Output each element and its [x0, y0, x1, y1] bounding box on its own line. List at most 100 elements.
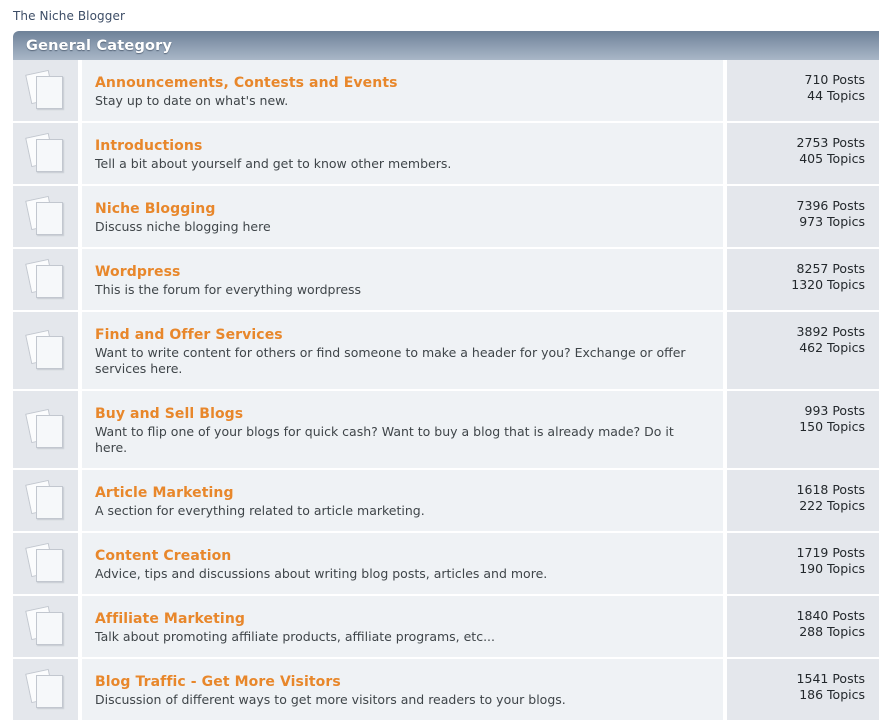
forum-stats-cell: 2753 Posts 405 Topics — [727, 123, 879, 184]
forum-stats-cell: 7396 Posts 973 Topics — [727, 186, 879, 247]
forum-title-link[interactable]: Find and Offer Services — [95, 327, 283, 344]
forum-title-link[interactable]: Introductions — [95, 138, 202, 155]
forum-description: Talk about promoting affiliate products,… — [95, 629, 495, 644]
folder-page-front — [35, 611, 63, 645]
forum-description: Want to flip one of your blogs for quick… — [95, 424, 674, 455]
forum-icon-cell — [13, 391, 78, 468]
forum-row-9[interactable]: Blog Traffic - Get More Visitors Discuss… — [13, 659, 879, 720]
forum-icon-cell — [13, 186, 78, 247]
forum-description: Tell a bit about yourself and get to kno… — [95, 156, 452, 171]
folder-page-front — [35, 335, 63, 369]
forum-info-cell: Find and Offer Services Want to write co… — [82, 312, 723, 389]
forum-post-count: 1840 Posts — [796, 608, 865, 623]
forum-title-link[interactable]: Niche Blogging — [95, 201, 215, 218]
forum-icon-cell — [13, 596, 78, 657]
folder-page-front — [35, 201, 63, 235]
forum-icon-cell — [13, 533, 78, 594]
forum-description: This is the forum for everything wordpre… — [95, 282, 362, 297]
forum-row-7[interactable]: Content Creation Advice, tips and discus… — [13, 533, 879, 594]
forum-title-link[interactable]: Article Marketing — [95, 485, 234, 502]
forum-icon-cell — [13, 659, 78, 720]
forum-row-3[interactable]: Wordpress This is the forum for everythi… — [13, 249, 879, 310]
forum-info-cell: Introductions Tell a bit about yourself … — [82, 123, 723, 184]
folder-page-front — [35, 414, 63, 448]
folder-page-front — [35, 485, 63, 519]
forum-description: Discussion of different ways to get more… — [95, 692, 566, 707]
folder-pages-icon — [24, 195, 64, 237]
forum-icon-cell — [13, 312, 78, 389]
folder-page-front — [35, 548, 63, 582]
forum-stats-cell: 8257 Posts 1320 Topics — [727, 249, 879, 310]
folder-pages-icon — [24, 479, 64, 521]
forum-row-0[interactable]: Announcements, Contests and Events Stay … — [13, 60, 879, 121]
forum-description: Want to write content for others or find… — [95, 345, 686, 376]
forum-post-count: 1719 Posts — [796, 545, 865, 560]
forum-description: Stay up to date on what's new. — [95, 93, 289, 108]
breadcrumb-item-home[interactable]: The Niche Blogger — [13, 9, 125, 23]
breadcrumb: The Niche Blogger — [0, 0, 879, 23]
forum-topic-count: 190 Topics — [799, 561, 865, 576]
forum-row-1[interactable]: Introductions Tell a bit about yourself … — [13, 123, 879, 184]
forum-list: Announcements, Contests and Events Stay … — [13, 60, 879, 720]
forum-topic-count: 222 Topics — [799, 498, 865, 513]
forum-row-2[interactable]: Niche Blogging Discuss niche blogging he… — [13, 186, 879, 247]
forum-post-count: 8257 Posts — [796, 261, 865, 276]
folder-pages-icon — [24, 542, 64, 584]
forum-row-6[interactable]: Article Marketing A section for everythi… — [13, 470, 879, 531]
forum-topic-count: 288 Topics — [799, 624, 865, 639]
folder-pages-icon — [24, 258, 64, 300]
forum-title-link[interactable]: Content Creation — [95, 548, 231, 565]
forum-row-4[interactable]: Find and Offer Services Want to write co… — [13, 312, 879, 389]
forum-info-cell: Content Creation Advice, tips and discus… — [82, 533, 723, 594]
forum-icon-cell — [13, 123, 78, 184]
forum-post-count: 7396 Posts — [796, 198, 865, 213]
forum-stats-cell: 1719 Posts 190 Topics — [727, 533, 879, 594]
forum-info-cell: Blog Traffic - Get More Visitors Discuss… — [82, 659, 723, 720]
forum-topic-count: 150 Topics — [799, 419, 865, 434]
forum-title-link[interactable]: Affiliate Marketing — [95, 611, 245, 628]
folder-page-front — [35, 264, 63, 298]
forum-stats-cell: 1840 Posts 288 Topics — [727, 596, 879, 657]
forum-stats-cell: 710 Posts 44 Topics — [727, 60, 879, 121]
forum-stats-cell: 1618 Posts 222 Topics — [727, 470, 879, 531]
forum-info-cell: Announcements, Contests and Events Stay … — [82, 60, 723, 121]
forum-description: A section for everything related to arti… — [95, 503, 425, 518]
folder-pages-icon — [24, 408, 64, 450]
folder-pages-icon — [24, 132, 64, 174]
forum-post-count: 1618 Posts — [796, 482, 865, 497]
forum-row-8[interactable]: Affiliate Marketing Talk about promoting… — [13, 596, 879, 657]
folder-page-front — [35, 138, 63, 172]
forum-info-cell: Article Marketing A section for everythi… — [82, 470, 723, 531]
folder-page-front — [35, 674, 63, 708]
forum-post-count: 2753 Posts — [796, 135, 865, 150]
forum-info-cell: Affiliate Marketing Talk about promoting… — [82, 596, 723, 657]
forum-info-cell: Niche Blogging Discuss niche blogging he… — [82, 186, 723, 247]
forum-icon-cell — [13, 249, 78, 310]
forum-title-link[interactable]: Buy and Sell Blogs — [95, 406, 243, 423]
forum-topic-count: 462 Topics — [799, 340, 865, 355]
forum-title-link[interactable]: Wordpress — [95, 264, 180, 281]
forum-info-cell: Wordpress This is the forum for everythi… — [82, 249, 723, 310]
forum-topic-count: 186 Topics — [799, 687, 865, 702]
forum-description: Discuss niche blogging here — [95, 219, 271, 234]
forum-post-count: 993 Posts — [804, 403, 866, 418]
folder-pages-icon — [24, 668, 64, 710]
forum-icon-cell — [13, 60, 78, 121]
forum-stats-cell: 993 Posts 150 Topics — [727, 391, 879, 468]
forum-topic-count: 1320 Topics — [791, 277, 865, 292]
forum-icon-cell — [13, 470, 78, 531]
category-block: General Category Announcements, Contests… — [0, 31, 879, 720]
forum-info-cell: Buy and Sell Blogs Want to flip one of y… — [82, 391, 723, 468]
category-header: General Category — [13, 31, 879, 60]
forum-stats-cell: 1541 Posts 186 Topics — [727, 659, 879, 720]
forum-topic-count: 973 Topics — [799, 214, 865, 229]
forum-title-link[interactable]: Blog Traffic - Get More Visitors — [95, 674, 341, 691]
forum-row-5[interactable]: Buy and Sell Blogs Want to flip one of y… — [13, 391, 879, 468]
forum-title-link[interactable]: Announcements, Contests and Events — [95, 75, 398, 92]
forum-description: Advice, tips and discussions about writi… — [95, 566, 548, 581]
forum-post-count: 3892 Posts — [796, 324, 865, 339]
folder-pages-icon — [24, 329, 64, 371]
folder-page-front — [35, 75, 63, 109]
forum-topic-count: 405 Topics — [799, 151, 865, 166]
forum-stats-cell: 3892 Posts 462 Topics — [727, 312, 879, 389]
